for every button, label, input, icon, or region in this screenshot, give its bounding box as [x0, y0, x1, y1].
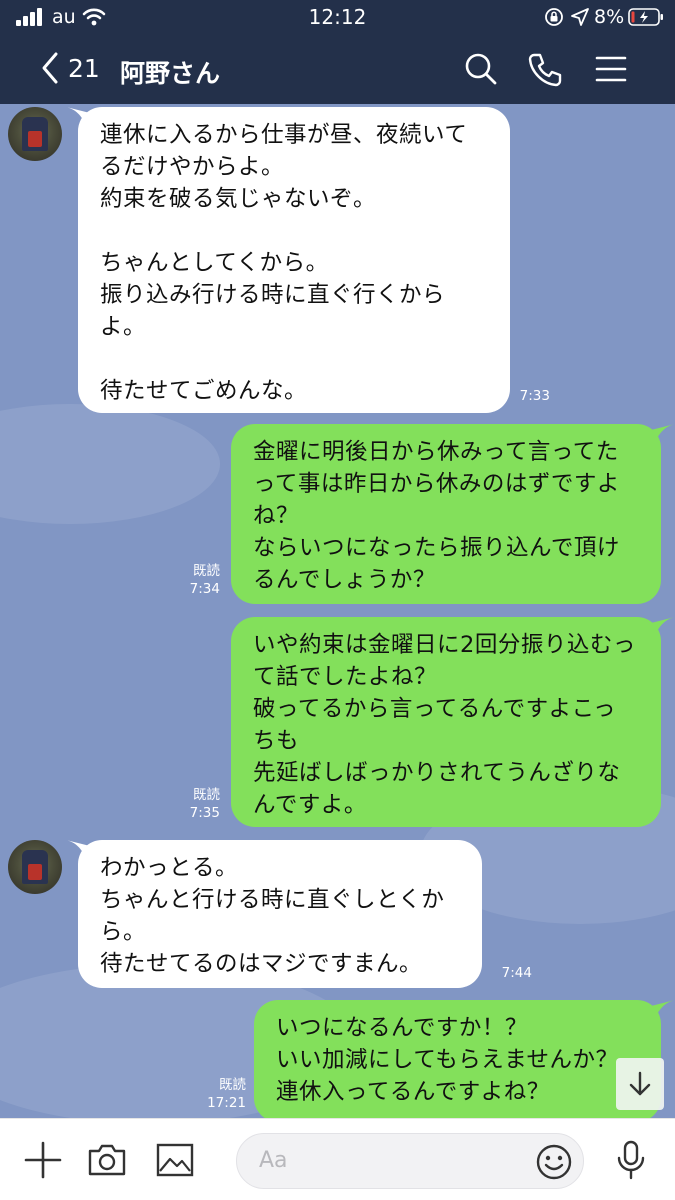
chat-area[interactable]: 連休に入るから仕事が昼、夜続いてるだけやからよ。 約束を破る気じゃないぞ。 ちゃ…: [0, 104, 675, 1118]
read-receipt: 既読: [193, 787, 220, 803]
location-icon: [571, 8, 589, 26]
message-meta: 既読 17:21: [198, 1076, 246, 1112]
orientation-lock-icon: [545, 8, 563, 26]
camera-icon[interactable]: [86, 1139, 128, 1181]
bubble-tail: [651, 617, 675, 635]
battery-percent: 8%: [594, 6, 625, 28]
avatar[interactable]: [8, 107, 62, 161]
scroll-down-arrow-icon: [629, 1071, 651, 1096]
image-icon[interactable]: [154, 1139, 196, 1181]
microphone-icon[interactable]: [610, 1139, 652, 1181]
time-label: 7:33: [519, 388, 550, 404]
battery-icon: [628, 8, 663, 26]
message-bubble-outgoing: いや約束は金曜日に2回分振り込むって話でしたよね？ 破ってるから言ってるんですよ…: [231, 617, 661, 827]
message-bubble-outgoing: 金曜に明後日から休みって言ってたって事は昨日から休みのはずですよね？ ならいつに…: [231, 424, 661, 604]
read-receipt: 既読: [193, 563, 220, 579]
scroll-to-bottom-button[interactable]: [616, 1058, 664, 1110]
message-time: 7:44: [490, 964, 532, 982]
message-meta: 既読 7:34: [176, 562, 220, 598]
unread-count[interactable]: 21: [68, 54, 100, 83]
chat-header: 21 阿野さん: [0, 36, 675, 104]
time-label: 7:34: [189, 581, 220, 597]
message-time: 7:33: [508, 387, 550, 405]
bubble-tail: [651, 1000, 675, 1018]
time-label: 7:44: [501, 965, 532, 981]
bubble-tail: [651, 424, 675, 442]
message-meta: 既読 7:35: [176, 786, 220, 822]
background-cloud: [0, 404, 220, 524]
smile-icon[interactable]: [535, 1143, 573, 1181]
input-placeholder: Aa: [259, 1148, 288, 1173]
message-bubble-incoming: わかっとる。 ちゃんと行ける時に直ぐしとくから。 待たせてるのはマジですまん。: [78, 840, 482, 988]
phone-icon[interactable]: [526, 50, 564, 88]
avatar[interactable]: [8, 840, 62, 894]
plus-icon[interactable]: [22, 1139, 64, 1181]
message-bubble-incoming: 連休に入るから仕事が昼、夜続いてるだけやからよ。 約束を破る気じゃないぞ。 ちゃ…: [78, 107, 510, 413]
search-icon[interactable]: [462, 50, 500, 88]
chat-title: 阿野さん: [120, 59, 221, 88]
message-input[interactable]: Aa: [236, 1133, 584, 1189]
back-chevron-icon[interactable]: [38, 50, 62, 86]
message-input-bar: Aa: [0, 1118, 675, 1200]
read-receipt: 既読: [219, 1077, 246, 1093]
time-label: 17:21: [207, 1095, 246, 1111]
status-bar: au 12:12 8%: [0, 0, 675, 36]
message-bubble-outgoing: いつになるんですか！？ いい加減にしてもらえませんか？ 連休入ってるんですよね？: [254, 1000, 661, 1118]
time-label: 7:35: [189, 805, 220, 821]
menu-icon[interactable]: [592, 50, 630, 88]
